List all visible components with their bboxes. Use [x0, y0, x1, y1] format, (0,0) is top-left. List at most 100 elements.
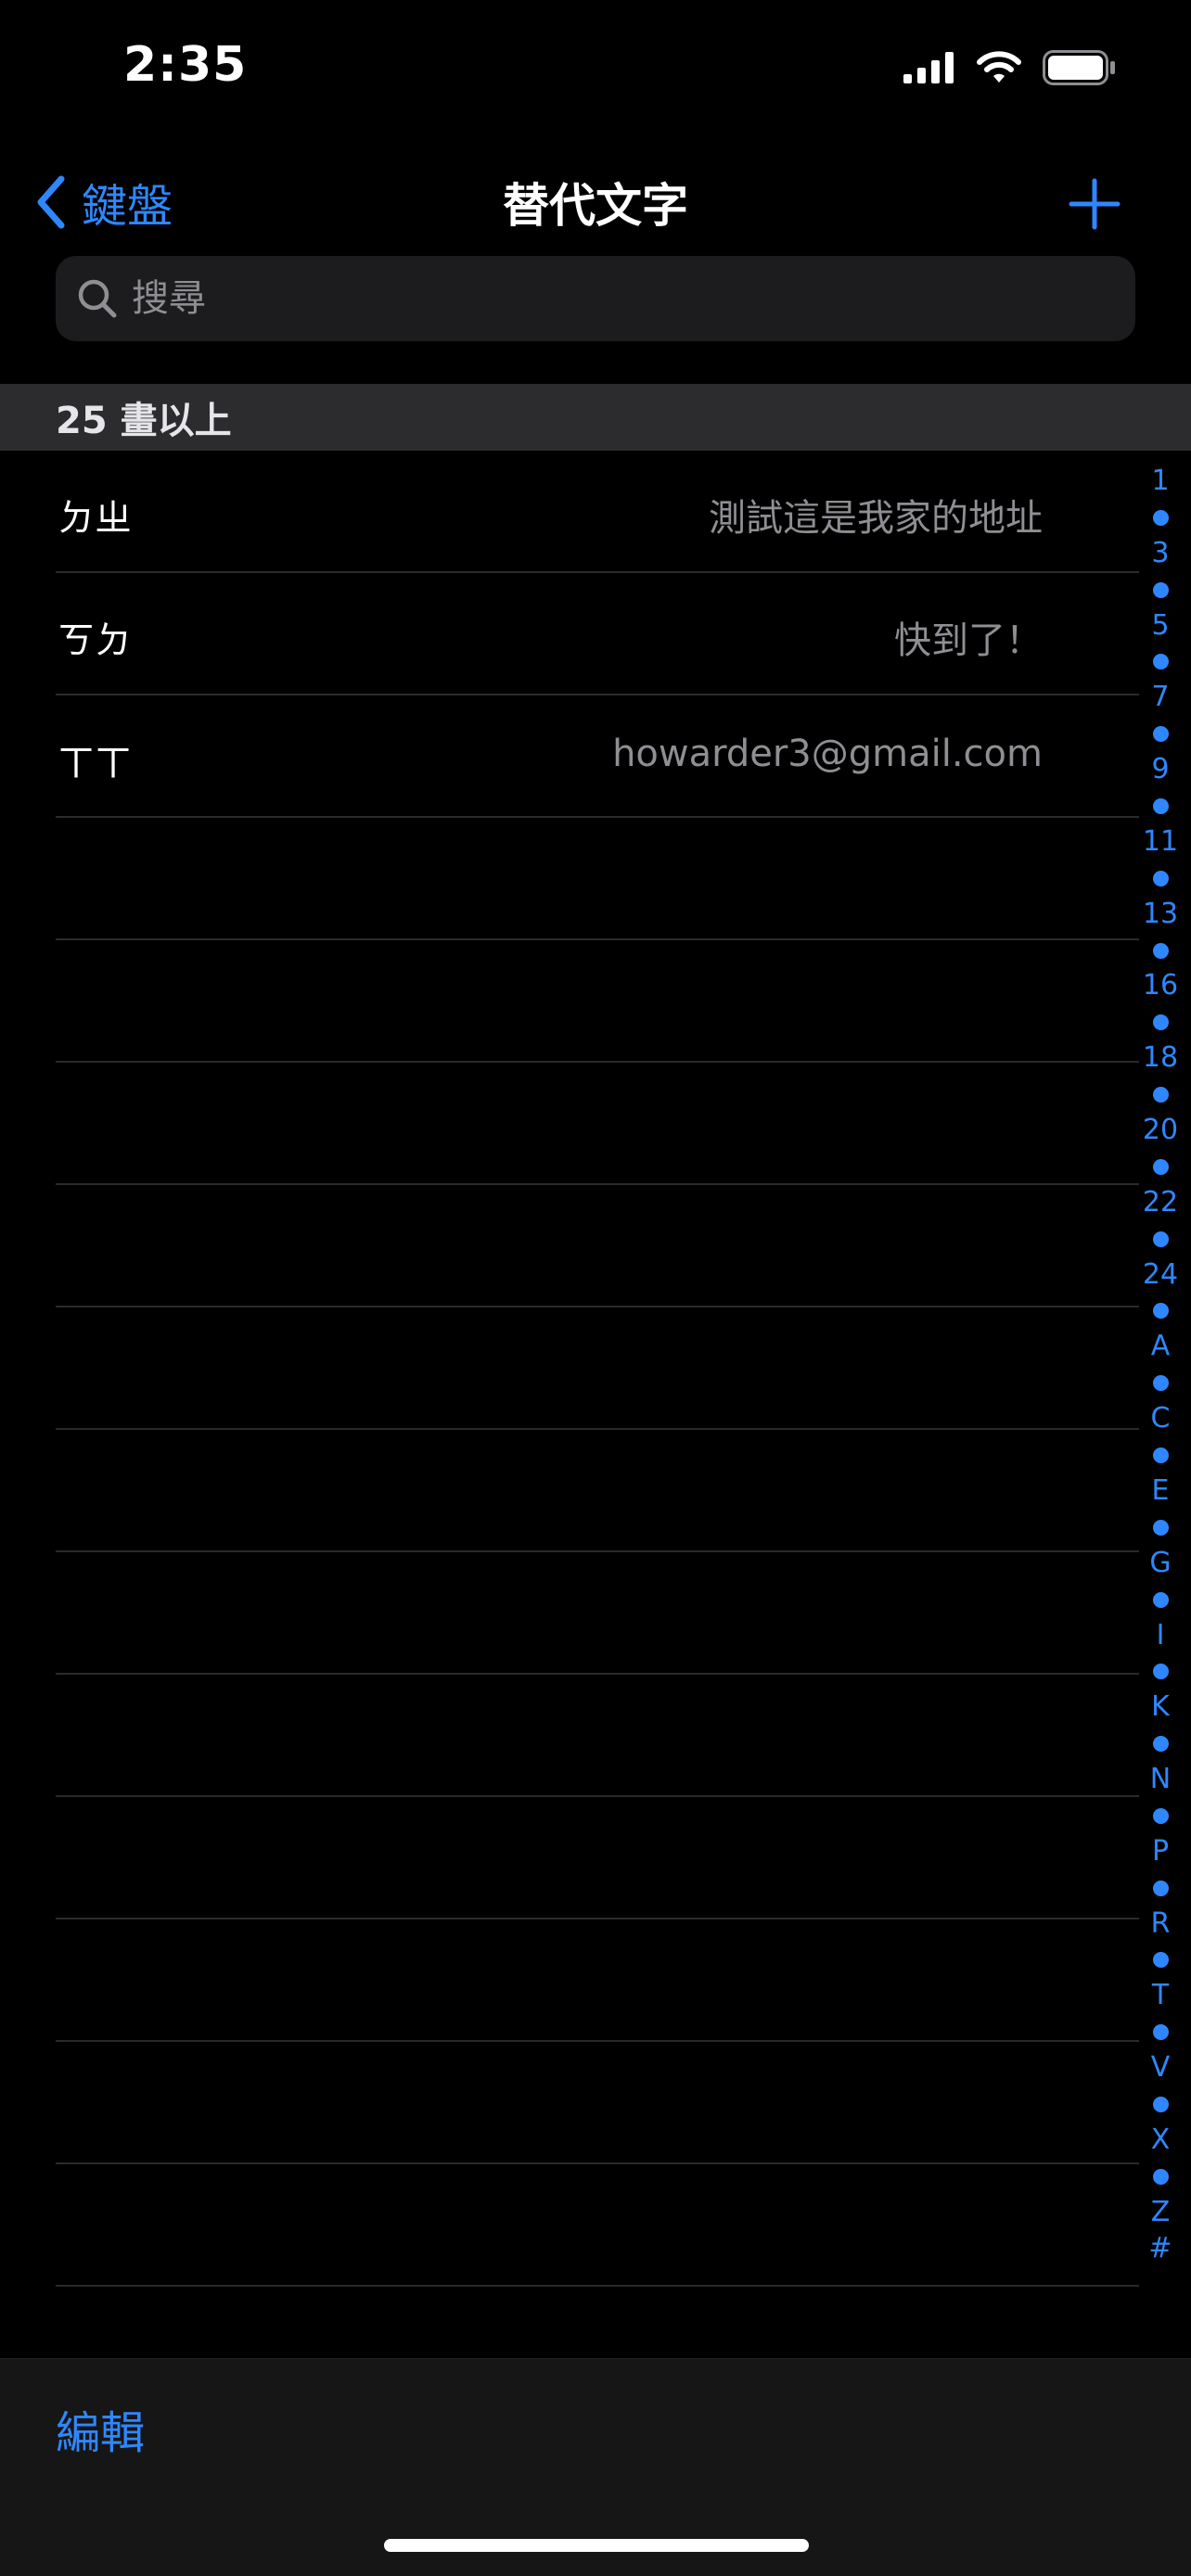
search-input[interactable] — [130, 276, 1061, 321]
index-dot-mark — [1152, 942, 1169, 959]
index-dot-mark — [1152, 1591, 1169, 1608]
index-dot[interactable] — [1152, 788, 1169, 824]
index-dot-mark — [1152, 1303, 1169, 1320]
index-item[interactable]: G — [1149, 1546, 1171, 1582]
index-dot[interactable] — [1152, 1653, 1169, 1690]
index-item[interactable]: 18 — [1143, 1040, 1178, 1077]
index-dot[interactable] — [1152, 1437, 1169, 1473]
index-item[interactable]: # — [1148, 2231, 1172, 2267]
home-indicator — [384, 2539, 809, 2552]
list-item-phrase: ㄉㄓ — [58, 497, 132, 540]
index-dot-mark — [1152, 2024, 1169, 2041]
list-item-shortcut: 測試這是我家的地址 — [709, 497, 1043, 540]
index-item[interactable]: 22 — [1143, 1185, 1178, 1221]
index-item[interactable]: P — [1152, 1834, 1169, 1870]
empty-row — [0, 1675, 1191, 1797]
index-item[interactable]: R — [1151, 1906, 1171, 1943]
index-item[interactable]: A — [1151, 1329, 1171, 1365]
index-item[interactable]: 13 — [1143, 897, 1178, 933]
index-dot[interactable] — [1152, 1798, 1169, 1834]
section-header-label: 25 畫以上 — [56, 400, 232, 442]
index-dot[interactable] — [1152, 1077, 1169, 1113]
cellular-signal-icon — [903, 52, 954, 83]
index-dot[interactable] — [1152, 1293, 1169, 1329]
index-dot[interactable] — [1152, 2014, 1169, 2050]
search-field[interactable] — [56, 256, 1135, 341]
index-item[interactable]: 1 — [1151, 464, 1169, 500]
index-dot[interactable] — [1152, 716, 1169, 752]
index-item[interactable]: N — [1150, 1762, 1171, 1798]
empty-row — [0, 1307, 1191, 1430]
empty-row — [0, 2164, 1191, 2287]
list-item[interactable]: ㄎㄉ 快到了！ — [0, 573, 1191, 695]
index-dot-mark — [1152, 654, 1169, 670]
edit-button[interactable]: 編輯 — [56, 2396, 145, 2461]
index-item[interactable]: 11 — [1143, 824, 1178, 861]
index-item[interactable]: 24 — [1143, 1257, 1178, 1294]
index-dot[interactable] — [1152, 933, 1169, 969]
index-dot-mark — [1152, 1807, 1169, 1824]
search-icon — [78, 279, 117, 318]
index-dot[interactable] — [1152, 1365, 1169, 1401]
index-dot[interactable] — [1152, 1221, 1169, 1257]
index-dot[interactable] — [1152, 500, 1169, 536]
index-dot-mark — [1152, 726, 1169, 743]
text-replacement-list: ㄉㄓ 測試這是我家的地址 ㄎㄉ 快到了！ ㄒㄒ howarder3@gmail.… — [0, 451, 1191, 2287]
status-bar: 2:35 — [0, 0, 1191, 139]
index-item[interactable]: 9 — [1151, 752, 1169, 788]
index-dot-mark — [1152, 1952, 1169, 1969]
index-dot-mark — [1152, 1231, 1169, 1247]
index-dot[interactable] — [1152, 1943, 1169, 1979]
navigation-bar: 鍵盤 替代文字 — [0, 148, 1191, 260]
list-item-shortcut: howarder3@gmail.com — [612, 733, 1043, 775]
status-icons — [903, 46, 1117, 89]
index-dot[interactable] — [1152, 1510, 1169, 1546]
index-dot-mark — [1152, 2097, 1169, 2113]
index-dot[interactable] — [1152, 572, 1169, 608]
plus-icon — [1069, 178, 1121, 230]
section-index-bar[interactable]: 1 3 5 7 9 11 13 16 18 20 22 24 A C E G I K N P R T V X Z # — [1141, 464, 1180, 2267]
index-dot[interactable] — [1152, 1870, 1169, 1906]
wifi-icon — [977, 51, 1021, 83]
index-item[interactable]: E — [1152, 1473, 1170, 1510]
list-item[interactable]: ㄒㄒ howarder3@gmail.com — [0, 695, 1191, 818]
index-dot-mark — [1152, 581, 1169, 598]
index-dot[interactable] — [1152, 644, 1169, 680]
index-item[interactable]: 16 — [1143, 968, 1178, 1004]
index-dot-mark — [1152, 1087, 1169, 1103]
index-item[interactable]: 3 — [1151, 536, 1169, 572]
empty-row — [0, 1063, 1191, 1185]
status-time: 2:35 — [123, 37, 248, 93]
page-title: 替代文字 — [503, 179, 688, 233]
index-dot[interactable] — [1152, 1149, 1169, 1185]
index-dot[interactable] — [1152, 1582, 1169, 1618]
add-button[interactable] — [1057, 167, 1132, 241]
index-dot-mark — [1152, 1519, 1169, 1536]
list-item-phrase: ㄎㄉ — [58, 619, 132, 662]
list-item-phrase: ㄒㄒ — [58, 742, 132, 784]
index-dot[interactable] — [1152, 2159, 1169, 2195]
index-dot-mark — [1152, 870, 1169, 886]
index-dot[interactable] — [1152, 861, 1169, 897]
index-item[interactable]: 20 — [1143, 1113, 1178, 1149]
index-item[interactable]: Z — [1151, 2195, 1171, 2231]
empty-row — [0, 1797, 1191, 1919]
index-item[interactable]: K — [1151, 1690, 1170, 1726]
index-dot[interactable] — [1152, 2086, 1169, 2123]
empty-row — [0, 1430, 1191, 1552]
index-item[interactable]: 7 — [1151, 680, 1169, 716]
index-dot-mark — [1152, 1664, 1169, 1680]
index-item[interactable]: T — [1152, 1978, 1169, 2014]
row-divider — [56, 2285, 1139, 2287]
index-item[interactable]: I — [1157, 1618, 1165, 1654]
index-item[interactable]: V — [1151, 2050, 1171, 2086]
index-item[interactable]: X — [1151, 2123, 1171, 2159]
index-item[interactable]: 5 — [1151, 608, 1169, 644]
battery-icon — [1043, 50, 1115, 85]
index-item[interactable]: C — [1151, 1401, 1171, 1437]
list-item[interactable]: ㄉㄓ 測試這是我家的地址 — [0, 451, 1191, 573]
index-dot[interactable] — [1152, 1004, 1169, 1040]
index-dot[interactable] — [1152, 1726, 1169, 1762]
index-dot-mark — [1152, 797, 1169, 814]
empty-row — [0, 2042, 1191, 2164]
